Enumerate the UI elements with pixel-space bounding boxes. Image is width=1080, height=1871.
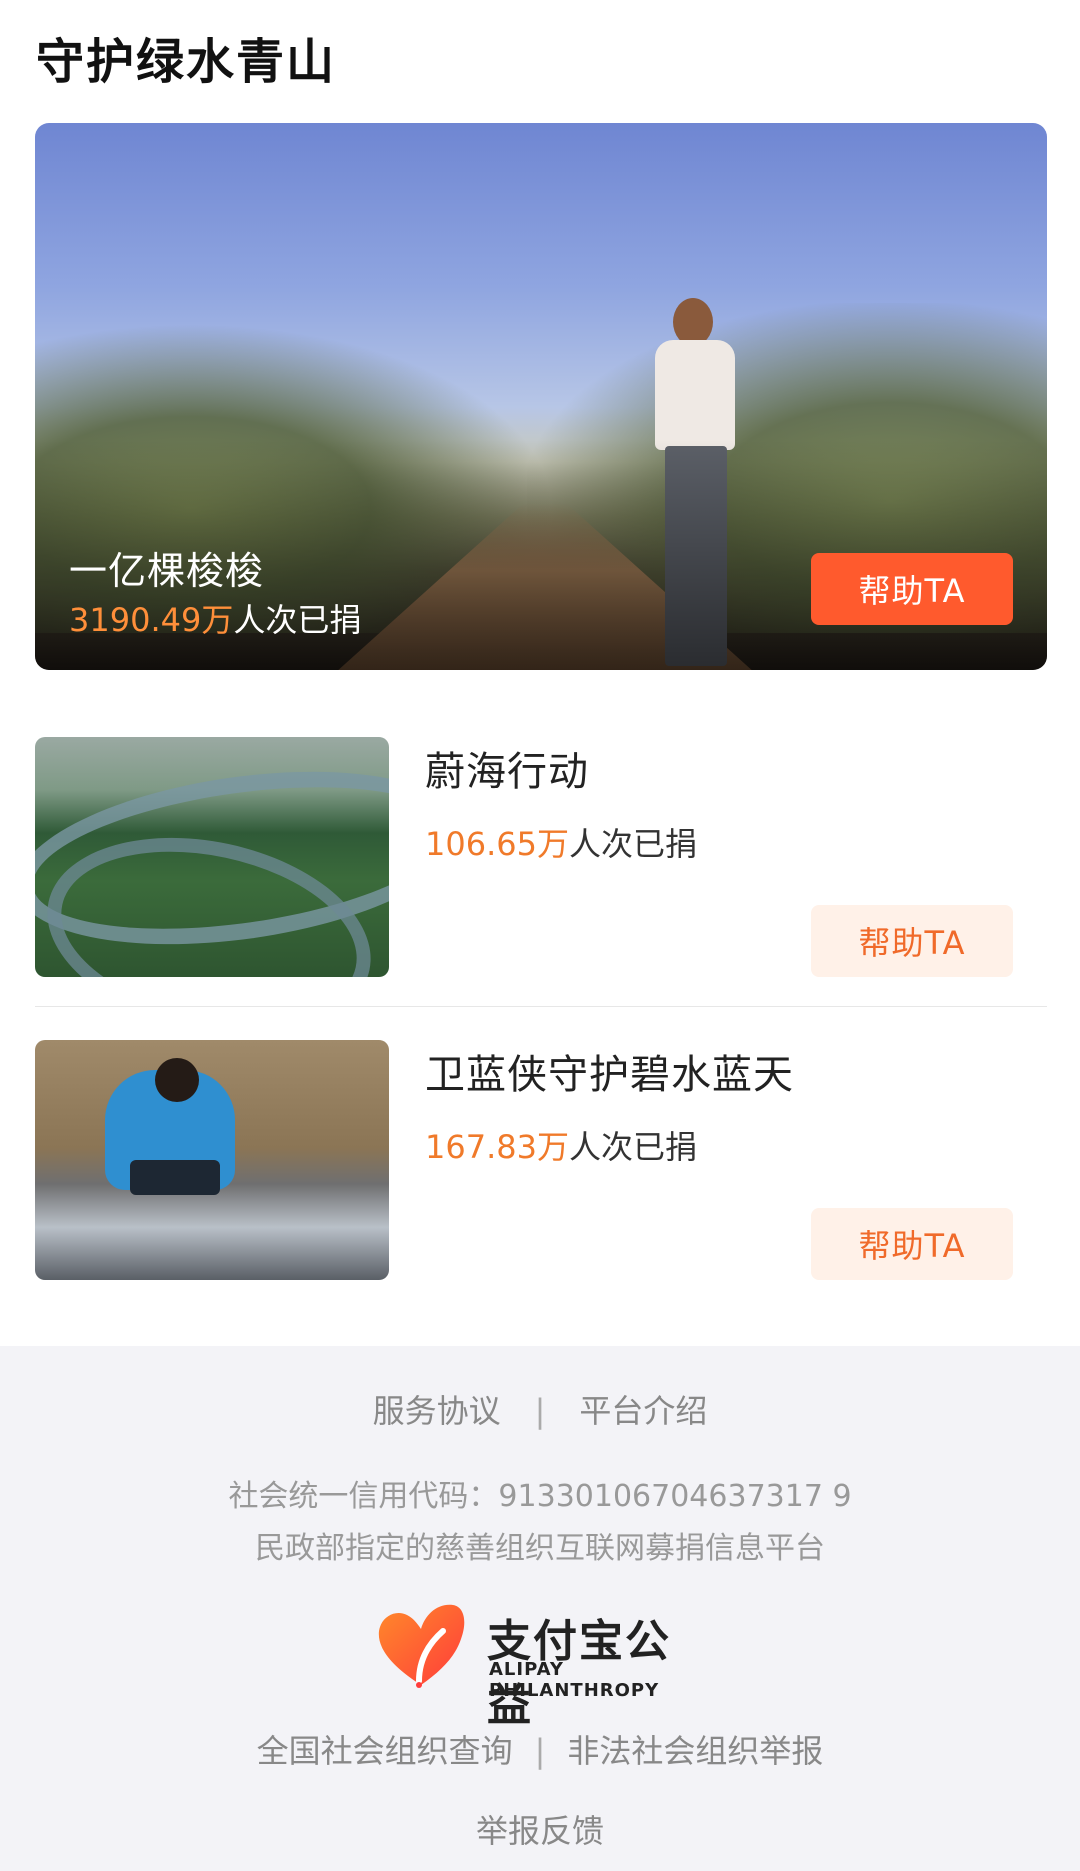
featured-help-button[interactable]: 帮助TA — [811, 553, 1013, 625]
project-help-button[interactable]: 帮助TA — [811, 1208, 1013, 1280]
featured-count-suffix: 人次已捐 — [233, 601, 362, 639]
featured-project-stat: 3190.49万人次已捐 — [69, 595, 361, 641]
project-item[interactable]: 蔚海行动 106.65万人次已捐 帮助TA — [35, 737, 1047, 979]
footer-links: 服务协议 | 平台介绍 — [0, 1386, 1080, 1432]
project-stat: 167.83万人次已捐 — [425, 1122, 697, 1168]
page: 守护绿水青山 一亿棵梭梭 3190.49万人次已捐 帮助TA 蔚海行动 106.… — [0, 0, 1080, 1871]
alipay-philanthropy-logo: 支付宝公益 ALIPAY PHILANTHROPY — [375, 1601, 715, 1731]
project-count-suffix: 人次已捐 — [568, 825, 697, 863]
project-item[interactable]: 卫蓝侠守护碧水蓝天 167.83万人次已捐 帮助TA — [35, 1040, 1047, 1282]
featured-donation-count: 3190.49万 — [69, 601, 234, 639]
footer-links-secondary: 全国社会组织查询 | 非法社会组织举报 — [0, 1726, 1080, 1772]
project-help-button[interactable]: 帮助TA — [811, 905, 1013, 977]
credit-statement: 民政部指定的慈善组织互联网募捐信息平台 — [255, 1531, 825, 1566]
link-service-agreement[interactable]: 服务协议 — [373, 1392, 501, 1430]
link-illegal-org-report[interactable]: 非法社会组织举报 — [567, 1732, 823, 1770]
list-divider — [35, 1006, 1047, 1007]
project-donation-count: 167.83万 — [425, 1128, 569, 1166]
credit-code: 社会统一信用代码：91330106704637317 9 — [228, 1479, 852, 1514]
project-stat: 106.65万人次已捐 — [425, 819, 697, 865]
project-count-suffix: 人次已捐 — [568, 1128, 697, 1166]
featured-project-name: 一亿棵梭梭 — [69, 549, 265, 593]
project-donation-count: 106.65万 — [425, 825, 569, 863]
section-title: 守护绿水青山 — [36, 34, 337, 90]
footer-credit: 社会统一信用代码：91330106704637317 9 民政部指定的慈善组织互… — [0, 1471, 1080, 1575]
link-org-query[interactable]: 全国社会组织查询 — [257, 1732, 513, 1770]
link-platform-intro[interactable]: 平台介绍 — [579, 1392, 707, 1430]
link-separator: | — [534, 1732, 546, 1770]
link-report-feedback[interactable]: 举报反馈 — [0, 1806, 1080, 1852]
project-thumbnail-water-sampling — [35, 1040, 389, 1280]
project-thumbnail-wetland — [35, 737, 389, 977]
project-name: 卫蓝侠守护碧水蓝天 — [425, 1052, 794, 1098]
project-name: 蔚海行动 — [425, 749, 589, 795]
logo-text-en: ALIPAY PHILANTHROPY — [489, 1659, 660, 1701]
link-separator: | — [534, 1392, 546, 1430]
heart-leaf-logo-icon — [378, 1604, 465, 1688]
footer: 服务协议 | 平台介绍 社会统一信用代码：91330106704637317 9 民… — [0, 1346, 1080, 1871]
featured-project-card[interactable]: 一亿棵梭梭 3190.49万人次已捐 帮助TA — [35, 123, 1047, 670]
